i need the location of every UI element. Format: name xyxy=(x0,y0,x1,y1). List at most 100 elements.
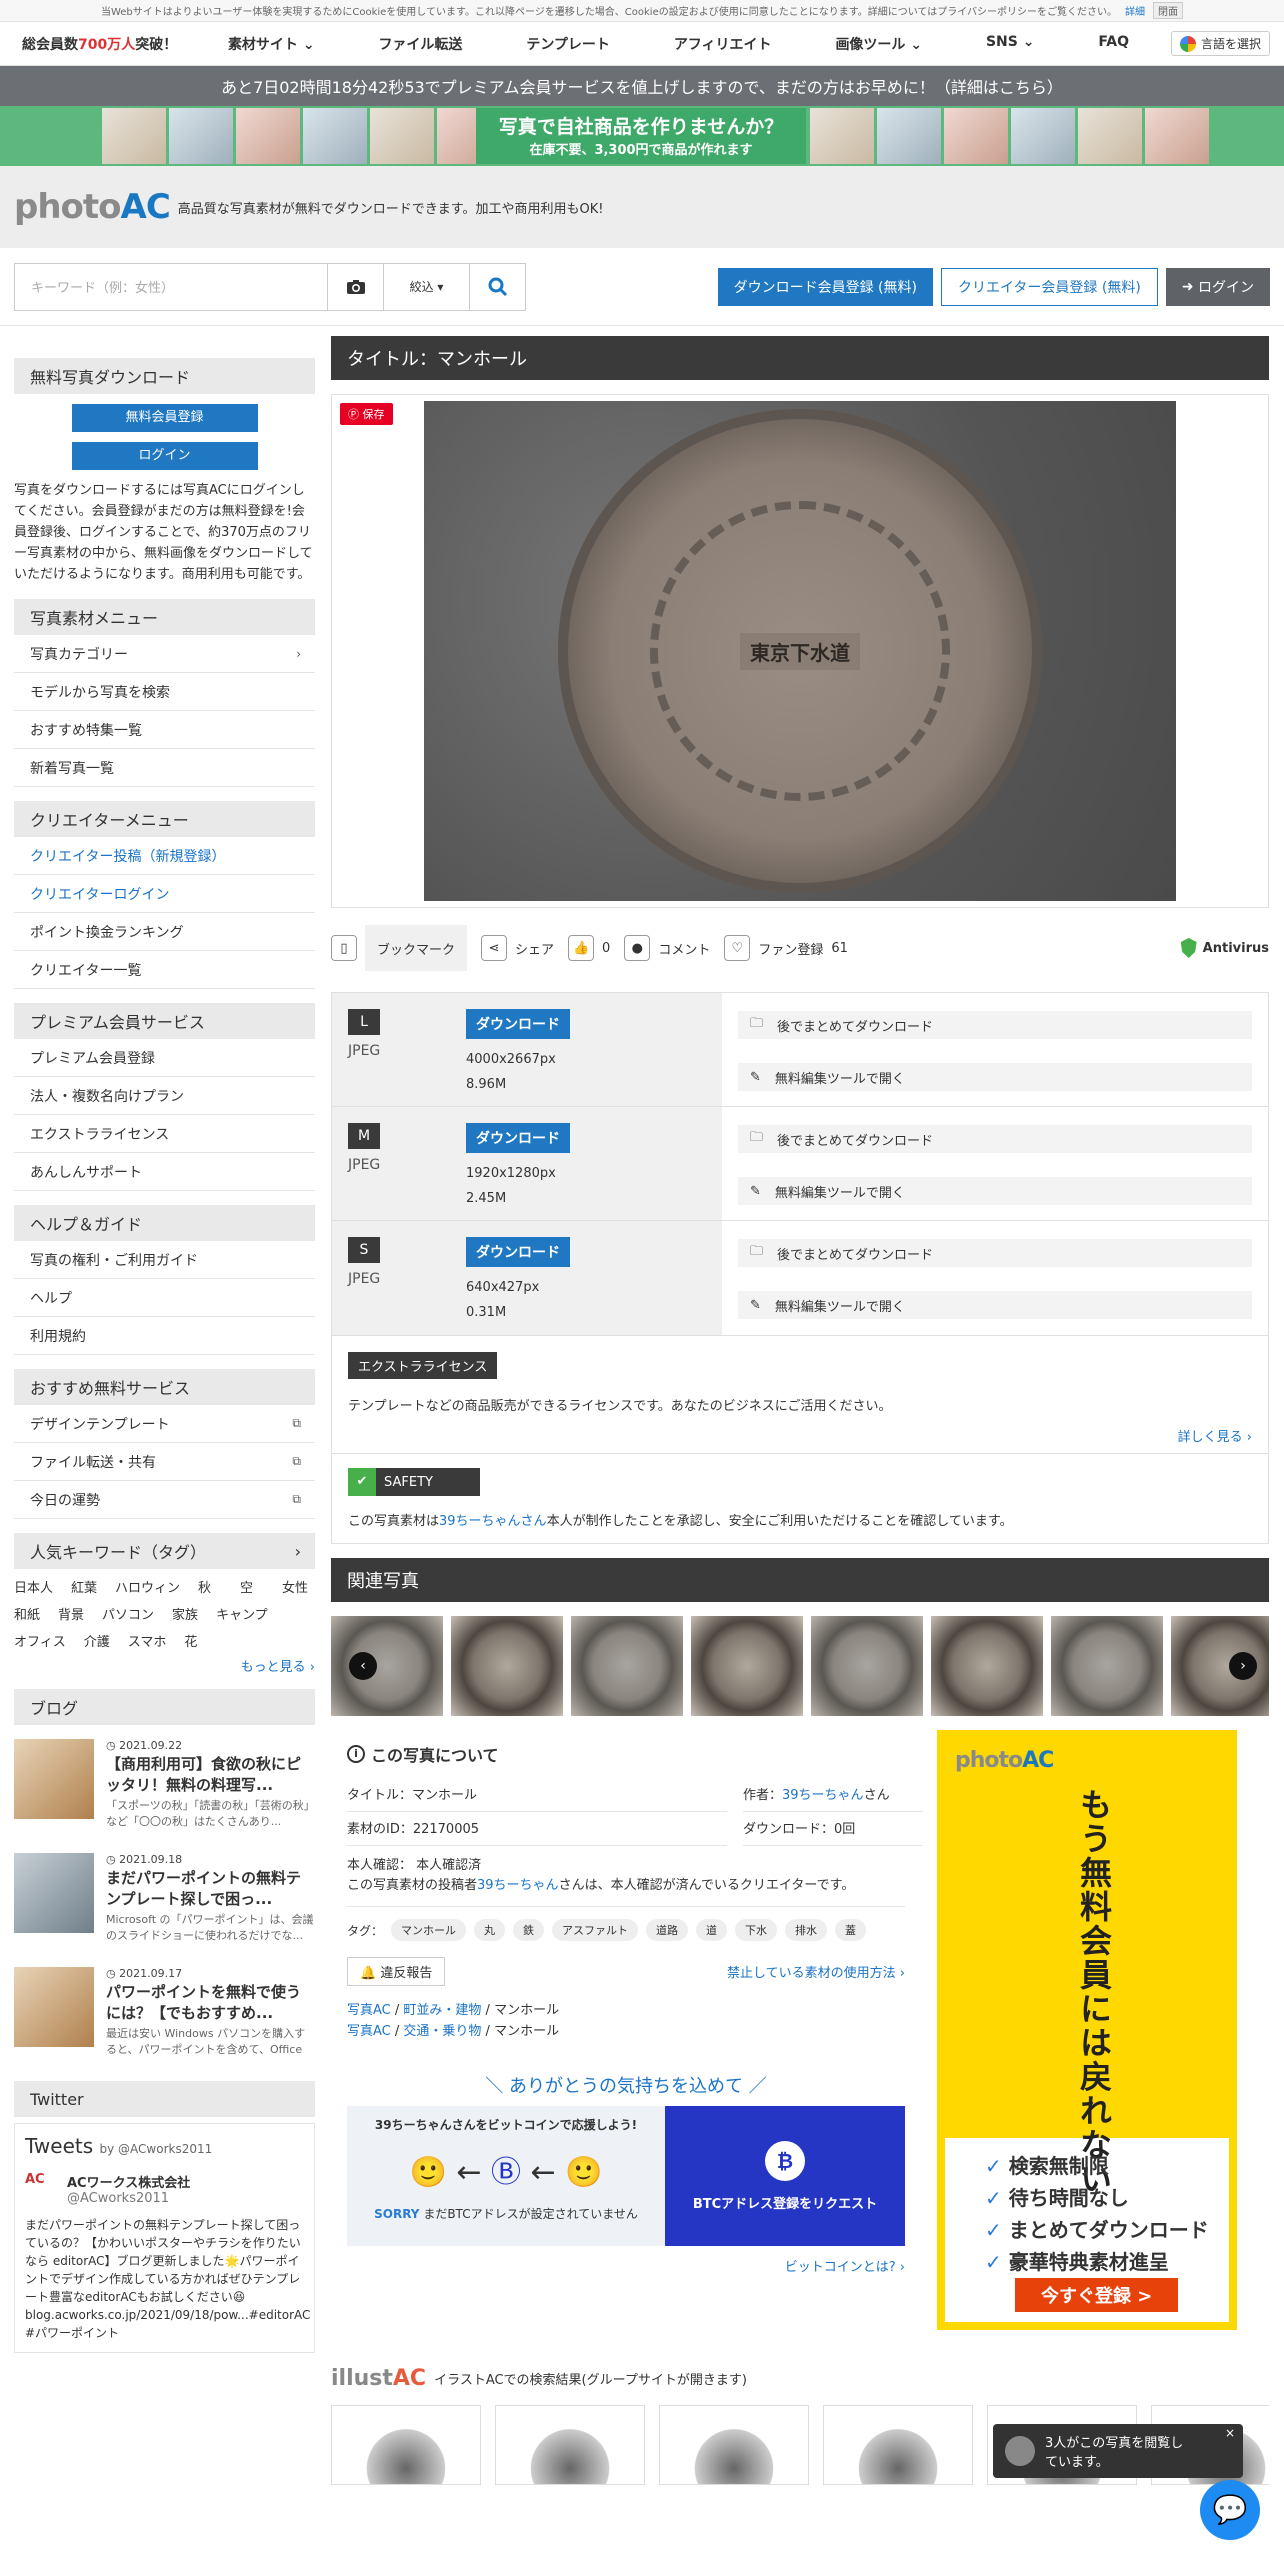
keyword-heading[interactable]: 人気キーワード（タグ） › xyxy=(14,1533,315,1569)
sidebar-item-extra-license[interactable]: エクストラライセンス xyxy=(14,1115,315,1153)
more-keywords-link[interactable]: もっと見る › xyxy=(14,1656,315,1675)
download-button[interactable]: ダウンロード xyxy=(466,1123,570,1153)
camera-icon[interactable] xyxy=(327,263,383,310)
free-register-button[interactable]: 無料会員登録 xyxy=(71,404,258,432)
sidebar-item-design-templates[interactable]: デザインテンプレート ⧉ xyxy=(14,1405,315,1443)
sidebar-item-help[interactable]: ヘルプ xyxy=(14,1279,315,1317)
breadcrumb-link[interactable]: 写真AC xyxy=(347,2024,391,2039)
sidebar-item-terms[interactable]: 利用規約 xyxy=(14,1317,315,1355)
share-button[interactable]: ⋖ シェア xyxy=(481,935,554,961)
download-later-button[interactable]: 🗀 後でまとめてダウンロード xyxy=(738,1239,1252,1267)
ad-register-button[interactable]: 今すぐ登録 > xyxy=(1015,2278,1179,2312)
nav-faq[interactable]: FAQ xyxy=(1098,34,1129,54)
keyword-tag[interactable]: 和紙 xyxy=(14,1604,40,1623)
photo-tag[interactable]: 丸 xyxy=(474,1919,506,1941)
sidebar-item-creator-login[interactable]: クリエイターログイン xyxy=(14,875,315,913)
blog-post[interactable]: ◷ 2021.09.18 まだパワーポイントの無料テンプレート探しで困っ... Mi… xyxy=(14,1853,315,1953)
site-logo[interactable]: photoAC xyxy=(14,187,171,227)
nav-file-transfer[interactable]: ファイル転送 xyxy=(378,34,462,54)
keyword-tag[interactable]: キャンプ xyxy=(216,1604,268,1623)
keyword-tag[interactable]: 空 xyxy=(240,1577,264,1596)
main-photo[interactable]: 東京下水道 xyxy=(424,401,1176,901)
keyword-tag[interactable]: パソコン xyxy=(102,1604,154,1623)
cookie-close-button[interactable]: 閉面 xyxy=(1153,2,1184,19)
carousel-next-button[interactable]: › xyxy=(1229,1652,1257,1680)
keyword-tag[interactable]: 日本人 xyxy=(14,1577,53,1596)
comment-button[interactable]: ● コメント xyxy=(624,935,710,961)
photo-tag[interactable]: 道路 xyxy=(646,1919,689,1941)
sidebar-item-corporate[interactable]: 法人・複数名向けプラン xyxy=(14,1077,315,1115)
photo-tag[interactable]: 鉄 xyxy=(513,1919,545,1941)
photo-tag[interactable]: アスファルト xyxy=(552,1919,639,1941)
related-thumb[interactable] xyxy=(811,1616,923,1716)
download-button[interactable]: ダウンロード xyxy=(466,1237,570,1267)
premium-ad[interactable]: photoAC もう無料会員には戻れない ✓ 検索無制限 ✓ 待ち時間なし ✓ … xyxy=(937,1730,1237,2330)
forbidden-usage-link[interactable]: 禁止している素材の使用方法 › xyxy=(727,1962,905,1981)
related-thumb[interactable] xyxy=(691,1616,803,1716)
related-thumb[interactable] xyxy=(1051,1616,1163,1716)
bitcoin-help-link[interactable]: ビットコインとは? › xyxy=(347,2256,905,2275)
photo-tag[interactable]: 道 xyxy=(696,1919,728,1941)
cookie-detail-link[interactable]: 詳細 xyxy=(1125,3,1145,18)
photo-tag[interactable]: 蓋 xyxy=(835,1919,867,1941)
nav-affiliate[interactable]: アフィリエイト xyxy=(674,34,772,54)
download-later-button[interactable]: 🗀 後でまとめてダウンロード xyxy=(738,1011,1252,1039)
filter-dropdown[interactable]: 絞込 ▾ xyxy=(383,263,469,310)
related-thumb[interactable] xyxy=(571,1616,683,1716)
sidebar-item-fortune[interactable]: 今日の運勢 ⧉ xyxy=(14,1481,315,1519)
pinterest-save-button[interactable]: Ⓟ 保存 xyxy=(340,403,393,425)
breadcrumb-link[interactable]: 写真AC xyxy=(347,2003,391,2018)
related-thumb[interactable] xyxy=(331,1616,443,1716)
open-editor-button[interactable]: ✎ 無料編集ツールで開く xyxy=(738,1063,1252,1091)
sidebar-login-button[interactable]: ログイン xyxy=(71,442,258,470)
report-button[interactable]: 🔔 違反報告 xyxy=(347,1957,446,1986)
illustac-logo[interactable]: illustAC xyxy=(331,2366,426,2391)
nav-image-tools[interactable]: 画像ツール ⌄ xyxy=(835,34,922,54)
illust-thumb[interactable] xyxy=(331,2405,481,2485)
nav-templates[interactable]: テンプレート xyxy=(526,34,610,54)
keyword-tag[interactable]: 家族 xyxy=(172,1604,198,1623)
sidebar-item-premium[interactable]: プレミアム会員登録 xyxy=(14,1039,315,1077)
twitter-widget[interactable]: Tweets by @ACworks2011 AC ACワークス株式会社 @ACwo… xyxy=(14,2123,315,2353)
sidebar-item-model[interactable]: モデルから写真を検索 xyxy=(14,673,315,711)
keyword-tag[interactable]: 女性 xyxy=(282,1577,308,1596)
creator-register-button[interactable]: クリエイター会員登録 (無料) xyxy=(940,267,1158,306)
breadcrumb-link[interactable]: 町並み・建物 xyxy=(403,2003,481,2018)
author-link[interactable]: 39ちーちゃん xyxy=(782,1788,864,1803)
like-button[interactable]: 👍 0 xyxy=(568,935,610,961)
keyword-tag[interactable]: ハロウィン xyxy=(115,1577,180,1596)
dl-register-button[interactable]: ダウンロード会員登録 (無料) xyxy=(717,267,933,306)
photo-tag[interactable]: 排水 xyxy=(785,1919,828,1941)
sidebar-item-creators[interactable]: クリエイター一覧 xyxy=(14,951,315,989)
author-link[interactable]: 39ちーちゃんさん xyxy=(439,1514,547,1529)
login-button[interactable]: ➜ ログイン xyxy=(1165,267,1270,306)
promo-bar[interactable]: あと7日02時間18分42秒53でプレミアム会員サービスを値上げしますので、まだ… xyxy=(0,66,1284,106)
download-later-button[interactable]: 🗀 後でまとめてダウンロード xyxy=(738,1125,1252,1153)
sidebar-item-file-transfer[interactable]: ファイル転送・共有 ⧉ xyxy=(14,1443,315,1481)
viewer-notice[interactable]: 3人がこの写真を閲覧しています。 × xyxy=(993,2424,1243,2478)
author-link[interactable]: 39ちーちゃん xyxy=(477,1878,559,1893)
sidebar-item-support[interactable]: あんしんサポート xyxy=(14,1153,315,1191)
close-icon[interactable]: × xyxy=(1225,2426,1235,2440)
search-input[interactable]: キーワード（例：女性） xyxy=(15,264,327,310)
related-thumb[interactable] xyxy=(931,1616,1043,1716)
sidebar-item-new[interactable]: 新着写真一覧 xyxy=(14,749,315,787)
keyword-tag[interactable]: 介護 xyxy=(84,1631,110,1650)
keyword-tag[interactable]: 背景 xyxy=(58,1604,84,1623)
blog-post[interactable]: ◷ 2021.09.22 【商用利用可】食欲の秋にピッタリ！無料の料理写... 「ス… xyxy=(14,1739,315,1839)
open-editor-button[interactable]: ✎ 無料編集ツールで開く xyxy=(738,1291,1252,1319)
search-icon[interactable] xyxy=(469,263,525,310)
carousel-prev-button[interactable]: ‹ xyxy=(349,1652,377,1680)
keyword-tag[interactable]: 秋 xyxy=(198,1577,222,1596)
open-editor-button[interactable]: ✎ 無料編集ツールで開く xyxy=(738,1177,1252,1205)
chat-icon[interactable]: 💬 xyxy=(1200,2480,1260,2540)
download-button[interactable]: ダウンロード xyxy=(466,1009,570,1039)
sidebar-item-category[interactable]: 写真カテゴリー › xyxy=(14,635,315,673)
photo-tag[interactable]: マンホール xyxy=(391,1919,467,1941)
sidebar-item-ranking[interactable]: ポイント換金ランキング xyxy=(14,913,315,951)
license-more-link[interactable]: 詳しく見る › xyxy=(348,1426,1252,1445)
illust-thumb[interactable] xyxy=(495,2405,645,2485)
sidebar-item-rights[interactable]: 写真の権利・ご利用ガイド xyxy=(14,1241,315,1279)
breadcrumb-link[interactable]: 交通・乗り物 xyxy=(403,2024,481,2039)
sidebar-item-creator-post[interactable]: クリエイター投稿（新規登録） xyxy=(14,837,315,875)
